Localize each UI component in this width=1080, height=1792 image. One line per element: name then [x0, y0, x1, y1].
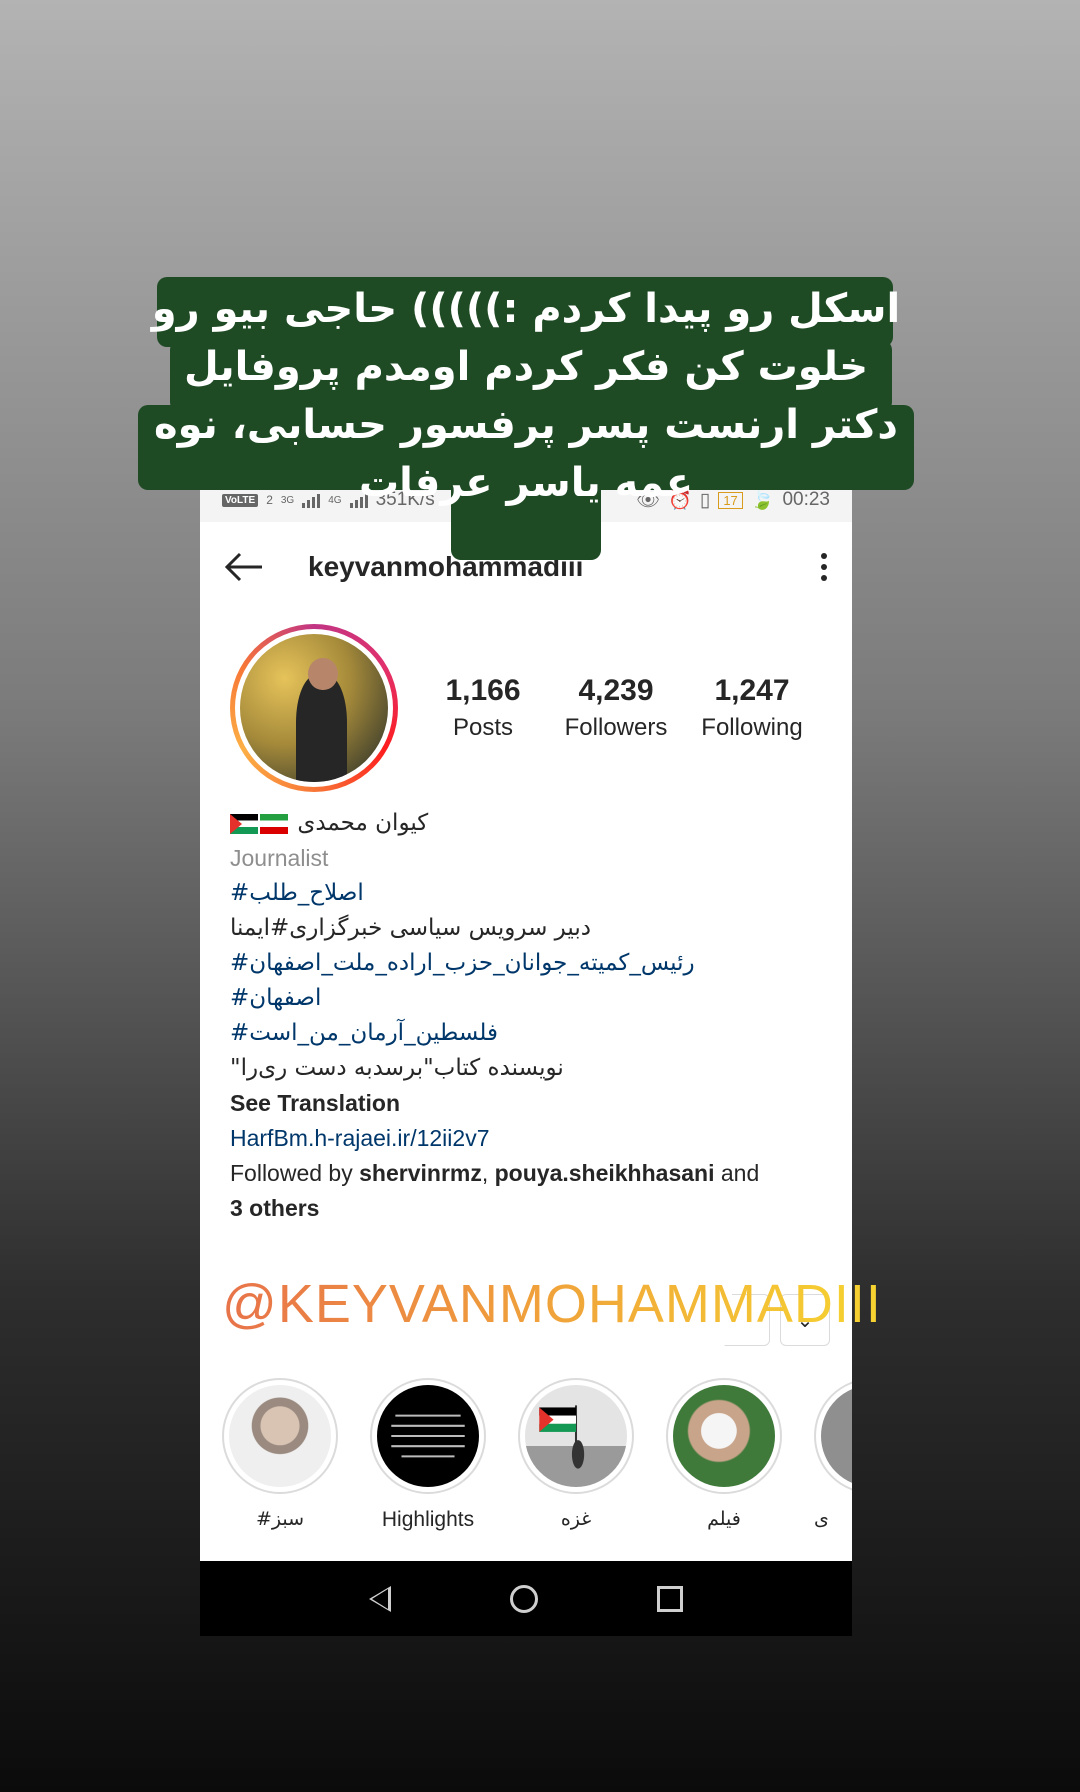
cleric-thumb-icon [673, 1385, 775, 1487]
flag-thumb-icon [525, 1385, 627, 1487]
highlight-item[interactable]: ی [814, 1378, 852, 1530]
profile-category: Journalist [230, 845, 329, 871]
clock: 00:23 [782, 489, 830, 510]
bio-hashtag-line[interactable]: #رئیس_کمیته_جوانان_حزب_اراده_ملت_اصفهان [230, 946, 830, 981]
following-count: 1,247 [714, 674, 790, 707]
alarm-icon: ⏰ [668, 490, 692, 511]
followers-count: 4,239 [578, 674, 654, 707]
following-label: Following [701, 714, 803, 741]
portrait-thumb-icon [229, 1385, 331, 1487]
stat-posts[interactable]: 1,166 Posts [418, 674, 548, 742]
profile-username: keyvanmohammadiii [308, 551, 584, 582]
profile-bio: کیوان محمدی Journalist #اصلاح_طلب دبیر س… [230, 806, 830, 1226]
see-translation-link[interactable]: See Translation [230, 1086, 830, 1121]
back-arrow-icon[interactable] [222, 545, 266, 589]
avatar-photo [240, 634, 388, 782]
story-highlights: #سبز Highlights غزه فیلم ی [200, 1378, 852, 1568]
network-4g-label: 4G [328, 494, 342, 506]
bio-hashtag-line[interactable]: #فلسطین_آرمان_من_است [230, 1016, 830, 1051]
followed-by-and: and [714, 1160, 760, 1186]
highlight-label: Highlights [381, 1508, 475, 1531]
bio-hashtag-line[interactable]: #اصفهان [230, 981, 830, 1016]
highlight-label: غزه [560, 1508, 592, 1530]
highlight-item[interactable]: فیلم [666, 1378, 782, 1530]
nav-back-icon[interactable] [369, 1585, 392, 1612]
profile-header: keyvanmohammadiii [200, 522, 852, 612]
system-navigation-bar [200, 1561, 852, 1636]
nav-home-icon[interactable] [509, 1584, 538, 1613]
more-options-icon[interactable] [818, 553, 830, 581]
palestine-flag-icon [230, 813, 258, 834]
display-name-row: کیوان محمدی [230, 806, 830, 841]
highlight-item[interactable]: غزه [518, 1378, 634, 1530]
status-left: VoLTE 2 3G 4G 351K/s [222, 489, 435, 511]
bio-line: دبیر سرویس سیاسی خبرگزاری#ایمنا [230, 915, 591, 941]
followed-by-user[interactable]: shervinrmz [359, 1160, 482, 1186]
bio-line: "نویسنده کتاب"برسدبه دست ری‌را [230, 1055, 564, 1081]
signal-icon [302, 492, 321, 508]
followed-by-others[interactable]: 3 others [230, 1191, 830, 1226]
instagram-profile-screen: VoLTE 2 3G 4G 351K/s 👁 ⏰ ▯ 17 🍃 00:23 ke… [200, 478, 852, 1636]
vibrate-icon: ▯ [699, 489, 711, 511]
profile-avatar[interactable] [230, 624, 398, 792]
network-3g-label: 3G [280, 494, 295, 506]
network-speed: 351K/s [375, 489, 435, 510]
posts-count: 1,166 [445, 674, 521, 707]
nav-recents-icon[interactable] [656, 1585, 683, 1612]
bio-website-link[interactable]: HarfBm.h-rajaei.ir/12ii2v7 [230, 1121, 830, 1156]
stat-followers[interactable]: 4,239 Followers [548, 674, 684, 742]
followed-by-prefix: Followed by [230, 1160, 360, 1186]
profile-stats: 1,166 Posts 4,239 Followers 1,247 Follow… [418, 674, 820, 742]
eye-icon: 👁 [636, 490, 661, 511]
status-bar: VoLTE 2 3G 4G 351K/s 👁 ⏰ ▯ 17 🍃 00:23 [200, 478, 852, 522]
bio-hashtag-line[interactable]: #اصلاح_طلب [230, 876, 830, 911]
display-name: کیوان محمدی [297, 810, 429, 836]
posts-label: Posts [452, 714, 514, 741]
leaf-icon: 🍃 [750, 490, 775, 511]
highlight-label: ی [814, 1508, 829, 1530]
followed-by-user[interactable]: pouya.sheikhhasani [495, 1160, 715, 1186]
followed-by-text: Followed by shervinrmz, pouya.sheikhhasa… [230, 1156, 830, 1191]
iran-flag-icon [260, 813, 288, 834]
status-right: 👁 ⏰ ▯ 17 🍃 00:23 [636, 488, 830, 512]
username-sticker: @KEYVANMOHAMMADIII [200, 1259, 881, 1349]
highlight-label: فیلم [707, 1508, 741, 1530]
stat-following[interactable]: 1,247 Following [684, 674, 820, 742]
partial-thumb-icon [821, 1385, 852, 1487]
highlight-item[interactable]: #سبز [222, 1378, 338, 1530]
highlight-item[interactable]: Highlights [370, 1378, 486, 1532]
battery-icon: 17 [718, 491, 743, 509]
volte-badge: VoLTE [222, 493, 259, 507]
followers-label: Followers [564, 714, 668, 741]
sim-number: 2 [266, 493, 273, 507]
watermark-text: @KEYVANMOHAMMADIII [222, 1274, 882, 1334]
highlight-label: #سبز [255, 1508, 305, 1530]
followed-by-separator: , [481, 1160, 495, 1186]
signal-icon-2 [349, 492, 368, 508]
text-thumb-icon [377, 1385, 479, 1487]
